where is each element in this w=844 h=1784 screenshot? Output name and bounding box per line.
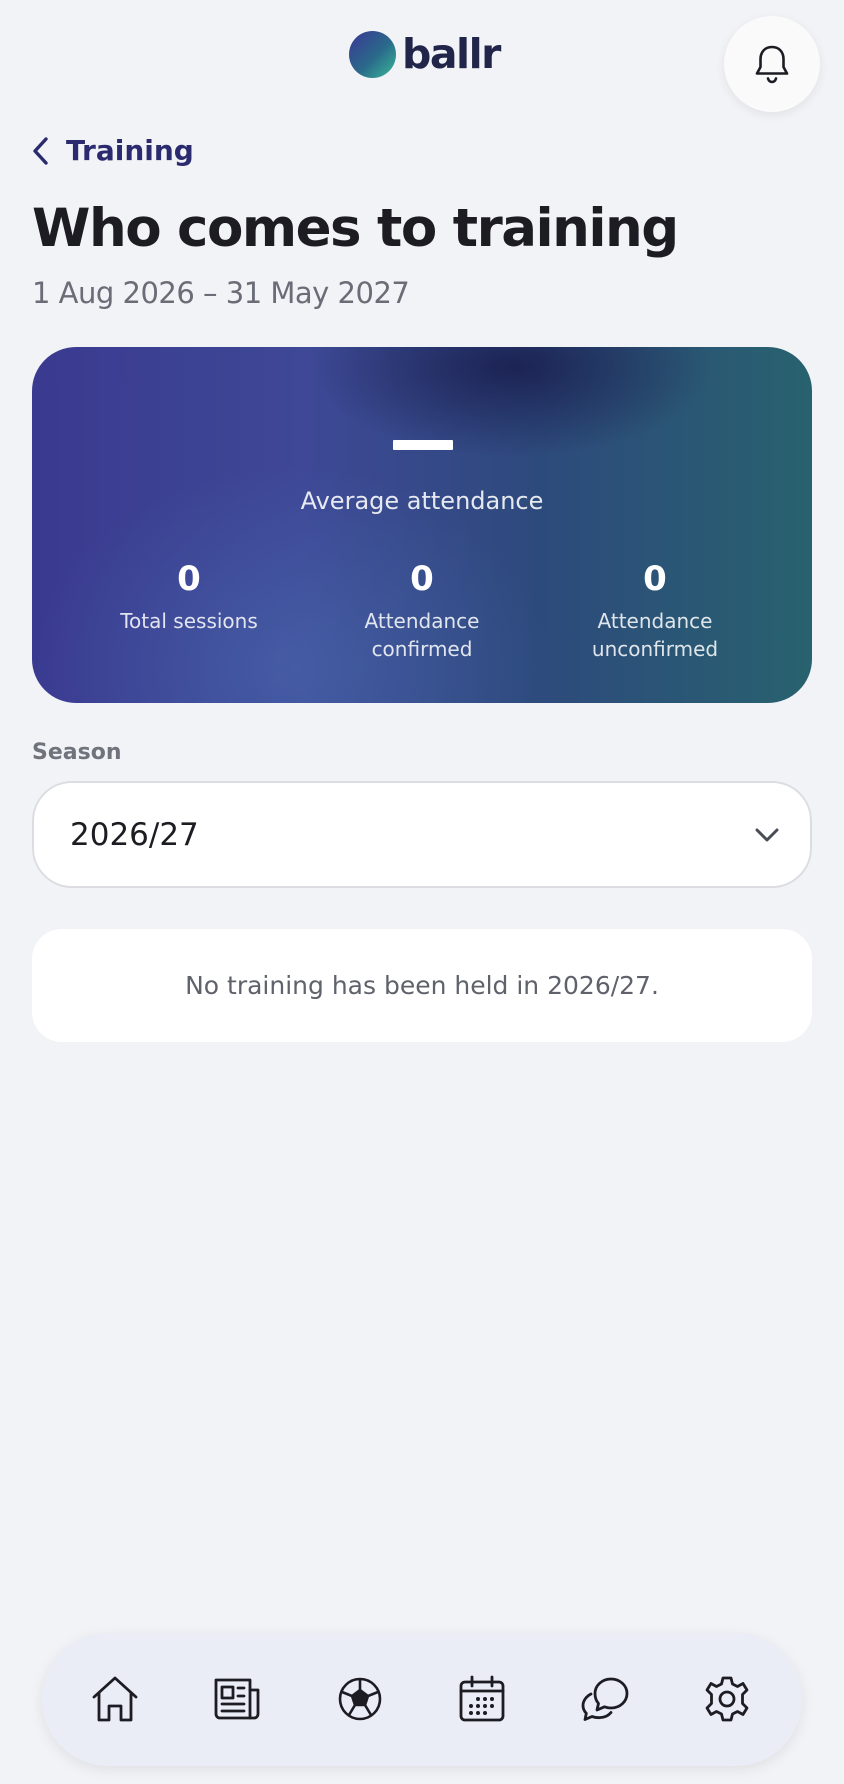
nav-calendar[interactable] (452, 1669, 512, 1729)
nav-chat[interactable] (575, 1669, 635, 1729)
training-attendance-screen: ballr Training Who comes to training 1 A… (0, 0, 844, 1784)
average-attendance-value (393, 440, 453, 450)
nav-news[interactable] (207, 1669, 267, 1729)
stat-total-sessions: 0 Total sessions (79, 559, 299, 635)
stat-label: Attendance confirmed (364, 609, 480, 661)
nav-matches[interactable] (330, 1669, 390, 1729)
stat-value: 0 (410, 559, 434, 599)
empty-state-message: No training has been held in 2026/27. (185, 971, 659, 1000)
nav-settings[interactable] (697, 1669, 757, 1729)
home-icon (89, 1673, 141, 1725)
news-icon (212, 1674, 262, 1724)
nav-home[interactable] (85, 1669, 145, 1729)
football-icon (336, 1675, 384, 1723)
season-select[interactable]: 2026/27 (32, 781, 812, 888)
stat-attendance-unconfirmed: 0 Attendance unconfirmed (545, 559, 765, 663)
empty-state-card: No training has been held in 2026/27. (32, 929, 812, 1042)
stat-attendance-confirmed: 0 Attendance confirmed (312, 559, 532, 663)
page-title: Who comes to training (32, 198, 679, 259)
bell-icon (753, 43, 791, 85)
season-selected-value: 2026/27 (70, 816, 199, 853)
logo-text: ballr (402, 30, 501, 78)
chevron-left-icon (32, 136, 50, 166)
chat-icon (579, 1675, 631, 1723)
attendance-summary-card: Average attendance 0 Total sessions 0 At… (32, 347, 812, 703)
settings-icon (702, 1674, 752, 1724)
back-link-label: Training (66, 134, 194, 167)
date-range: 1 Aug 2026 – 31 May 2027 (32, 276, 410, 310)
stat-value: 0 (177, 559, 201, 599)
bottom-nav (42, 1633, 802, 1766)
season-label: Season (32, 740, 122, 765)
stat-value: 0 (643, 559, 667, 599)
ballr-logo: ballr (349, 30, 501, 78)
chevron-down-icon (754, 827, 780, 843)
stat-label: Total sessions (120, 609, 258, 633)
notifications-button[interactable] (724, 16, 820, 112)
logo-mark (349, 30, 396, 78)
stat-label: Attendance unconfirmed (591, 609, 719, 661)
back-link[interactable]: Training (32, 134, 194, 167)
calendar-icon (457, 1674, 507, 1724)
average-attendance-label: Average attendance (300, 487, 544, 515)
